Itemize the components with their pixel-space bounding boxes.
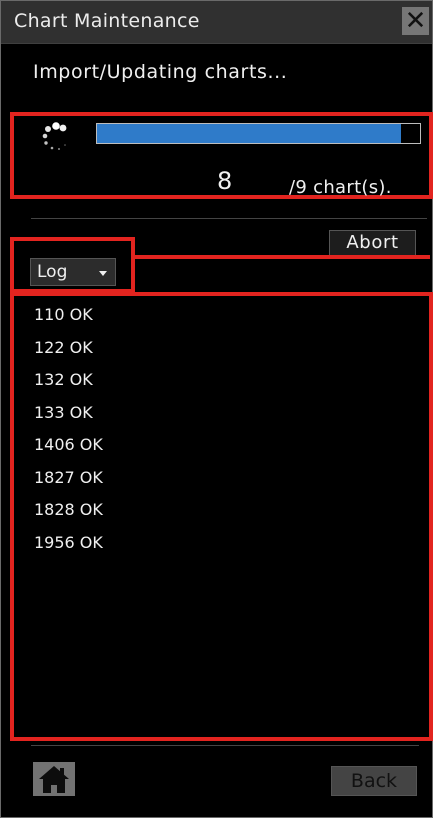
progress-bar (96, 123, 421, 144)
back-button[interactable]: Back (331, 766, 417, 796)
close-button[interactable]: ✕ (402, 7, 429, 35)
footer-divider (31, 745, 419, 746)
abort-button[interactable]: Abort (329, 230, 416, 256)
log-panel[interactable]: 110 OK 122 OK 132 OK 133 OK 1406 OK 1827 OK 18… (10, 292, 433, 741)
log-entry: 110 OK (34, 305, 93, 324)
home-icon (39, 766, 69, 793)
chevron-down-icon (99, 271, 107, 276)
log-entry: 1956 OK (34, 532, 103, 552)
status-text: Import/Updating charts... (33, 61, 288, 83)
highlight-connector (132, 255, 430, 259)
chart-maintenance-window: Chart Maintenance ✕ Import/Updating char… (0, 0, 433, 818)
home-button[interactable] (33, 762, 75, 796)
title-bar: Chart Maintenance ✕ (1, 1, 432, 44)
log-entry: 1406 OK (34, 435, 103, 454)
loading-spinner-icon (42, 122, 67, 150)
progress-bar-fill (97, 124, 401, 143)
divider (31, 218, 427, 219)
log-entry: 133 OK (34, 402, 93, 422)
log-entry: 122 OK (34, 337, 93, 357)
log-entry: 132 OK (34, 370, 93, 389)
progress-highlight: 8 /9 chart(s). (10, 112, 433, 199)
window-title: Chart Maintenance (14, 10, 200, 32)
log-dropdown[interactable]: Log (30, 258, 116, 286)
log-list: 110 OK 122 OK 132 OK 133 OK 1406 OK 1827 OK 18… (34, 304, 103, 564)
log-entry: 1828 OK (34, 500, 103, 519)
log-entry: 1827 OK (34, 467, 103, 487)
charts-completed-count: 8 (217, 167, 233, 195)
charts-total-label: /9 chart(s). (289, 177, 392, 198)
close-icon: ✕ (404, 6, 427, 36)
log-dropdown-value: Log (37, 262, 68, 282)
